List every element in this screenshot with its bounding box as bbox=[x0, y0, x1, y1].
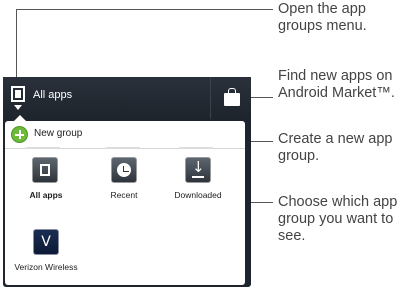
group-tile-verizon-wireless[interactable]: V Verizon Wireless bbox=[11, 229, 81, 279]
shopping-bag-icon bbox=[224, 88, 240, 106]
callout-android-market: Find new apps on Android Market™. bbox=[278, 68, 395, 101]
app-groups-menu-button[interactable]: All apps bbox=[3, 77, 103, 119]
callout-create-group: Create a new app group. bbox=[278, 131, 393, 164]
group-tile-downloaded[interactable]: Downloaded bbox=[163, 157, 233, 207]
group-label: Recent bbox=[110, 190, 138, 200]
group-tile-recent[interactable]: Recent bbox=[89, 157, 159, 207]
group-label: Verizon Wireless bbox=[14, 262, 78, 272]
download-icon bbox=[185, 157, 211, 183]
callout-line-groups-horizontal bbox=[16, 9, 273, 10]
caret-down-icon bbox=[14, 105, 22, 110]
group-label: All apps bbox=[29, 190, 63, 200]
callout-choose-group: Choose which app group you want to see. bbox=[278, 194, 398, 244]
all-apps-icon bbox=[32, 157, 58, 183]
divider bbox=[179, 147, 213, 149]
app-groups-dropdown: New group All apps Recent Downloaded V V… bbox=[5, 115, 245, 285]
divider bbox=[26, 147, 60, 149]
app-groups-icon bbox=[11, 86, 25, 102]
new-group-button[interactable]: New group bbox=[5, 121, 245, 149]
callout-line-groups-vertical bbox=[16, 9, 17, 83]
divider bbox=[106, 147, 140, 149]
clock-icon bbox=[111, 157, 137, 183]
group-label: Downloaded bbox=[174, 190, 222, 200]
callout-groups-menu: Open the app groups menu. bbox=[278, 1, 367, 34]
phone-screen: All apps New group All apps Recent Downl… bbox=[3, 77, 251, 287]
add-icon bbox=[11, 126, 28, 143]
current-group-title: All apps bbox=[33, 89, 73, 101]
app-tray-header: All apps bbox=[3, 77, 251, 119]
verizon-icon: V bbox=[33, 229, 59, 255]
group-tile-all-apps[interactable]: All apps bbox=[11, 157, 81, 207]
android-market-button[interactable] bbox=[210, 77, 251, 119]
new-group-label: New group bbox=[34, 128, 83, 139]
